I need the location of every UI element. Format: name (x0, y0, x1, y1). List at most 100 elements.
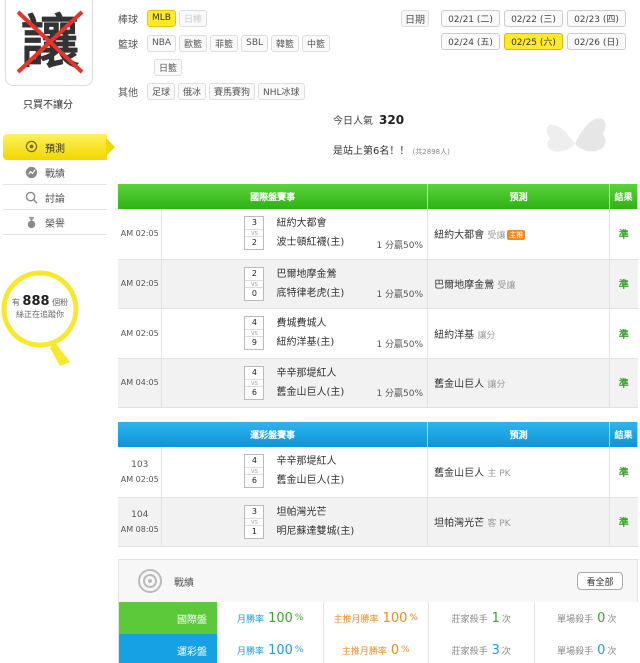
teams: 辛辛那堤紅人 舊金山巨人(主) (276, 456, 345, 486)
date-label: 日期 (401, 10, 429, 27)
single-game-killer: 單場殺手 0 次 (533, 634, 639, 663)
sidebar-item-discuss[interactable]: 討論 (3, 185, 107, 210)
rank-text: 是站上第6名！！ (共2898人) (333, 146, 450, 157)
avatar-caption: 只買不讓分 (23, 100, 73, 111)
chip-npb[interactable]: 日棒 (178, 9, 207, 27)
basketball-row-2: 日籃 (154, 58, 183, 76)
chip-cn-basketball[interactable]: 中籃 (302, 34, 331, 52)
sidebar-item-record[interactable]: 戰績 (3, 160, 107, 185)
table-row: AM 02:05 2 VS 0 巴爾地摩金鶯 底特律老虎(主) 1 分贏50% 巴爾地… (118, 259, 638, 309)
match-time: AM 02:05 (118, 308, 163, 359)
stats-title: 戰績 (174, 578, 194, 589)
table-row: 104 AM 08:05 3 VS 1 坦帕灣光芒 明尼蘇達雙城(主) 坦帕灣光芒 客 … (118, 497, 638, 547)
date-chip[interactable]: 02/23 (四) (567, 10, 626, 27)
date-chip[interactable]: 02/21 (二) (441, 10, 500, 27)
sidebar-item-label: 榮譽 (45, 218, 65, 230)
col-header-match: 運彩盤賽事 (118, 422, 429, 447)
result: 準 (609, 447, 638, 498)
stats-tag: 運彩盤 (119, 634, 217, 663)
chip-kr-basketball[interactable]: 韓籃 (271, 34, 300, 52)
col-header-pick: 預測 (427, 184, 610, 209)
result: 準 (609, 209, 638, 260)
chip-ph-basketball[interactable]: 菲籃 (210, 34, 239, 52)
single-game-killer: 單場殺手 0 次 (533, 602, 639, 634)
handicap: 1 分贏50% (376, 289, 424, 300)
table-row: AM 02:05 4 VS 9 費城費城人 紐約洋基(主) 1 分贏50% 紐約洋基 … (118, 308, 638, 359)
popularity-label: 今日人氣 (333, 116, 373, 127)
month-winrate: 月勝率 100% (217, 602, 323, 634)
sidebar-item-label: 討論 (45, 193, 65, 205)
chip-jp-basketball[interactable]: 日籃 (154, 58, 183, 76)
chip-nba[interactable]: NBA (147, 34, 177, 52)
intl-table: 國際盤賽事 預測 結果 AM 02:05 3 VS 2 紐約大都會 波士頓紅襪(主) … (118, 184, 639, 408)
stats-header: 戰績 看全部 (119, 560, 637, 602)
game-number: 103 (131, 459, 149, 470)
date-chip[interactable]: 02/26 (日) (567, 33, 626, 50)
target-icon (25, 140, 38, 153)
table-row: AM 02:05 3 VS 2 紐約大都會 波士頓紅襪(主) 1 分贏50% 紐約大都… (118, 209, 638, 260)
col-header-result: 結果 (609, 184, 639, 209)
chip-soccer[interactable]: 足球 (147, 82, 176, 100)
search-icon (25, 191, 38, 204)
prediction: 舊金山巨人 讓分 (427, 358, 610, 408)
fans-counter: 有 888 個粉 絲正在追蹤你 (11, 294, 69, 319)
see-all-button[interactable]: 看全部 (577, 572, 623, 590)
lottery-table: 運彩盤賽事 預測 結果 103 AM 02:05 4 VS 6 辛辛那堤紅人 舊金山巨人… (118, 422, 639, 547)
result: 準 (609, 308, 638, 359)
main-pick-winrate: 主推月勝率 0% (322, 634, 428, 663)
date-chip[interactable]: 02/24 (五) (441, 33, 500, 50)
scorebox: 2 VS 0 (244, 266, 265, 301)
target-icon (138, 569, 162, 593)
rank-total: (共2898人) (412, 148, 450, 156)
col-header-pick: 預測 (427, 422, 610, 447)
scorebox: 4 VS 6 (244, 365, 265, 400)
match-time: AM 04:05 (118, 358, 163, 408)
butterfly-icon (546, 118, 606, 152)
prediction: 紐約洋基 讓分 (427, 308, 610, 359)
stats-row-lottery: 運彩盤 月勝率 100% 主推月勝率 0% 莊家殺手 3 次 單場殺手 0 次 (119, 634, 639, 663)
chip-nhl[interactable]: NHL冰球 (258, 82, 305, 100)
sidebar-item-label: 預測 (45, 143, 65, 155)
side-nav: 預測 戰績 討論 榮譽 (3, 134, 115, 235)
match-time: 104 AM 08:05 (118, 497, 163, 547)
chip-racing[interactable]: 賽馬賽狗 (209, 82, 256, 100)
baseball-label: 棒球 (118, 14, 138, 26)
scorebox: 3 VS 2 (244, 216, 265, 250)
col-header-match: 國際盤賽事 (118, 184, 429, 209)
main-pick-badge: 主推 (507, 230, 526, 241)
month-winrate: 月勝率 100% (217, 634, 323, 663)
handicap: 1 分贏50% (376, 388, 424, 399)
col-header-result: 結果 (609, 422, 639, 447)
date-chip[interactable]: 02/22 (三) (504, 10, 563, 27)
handicap: 1 分贏50% (376, 240, 424, 251)
medal-icon (27, 216, 36, 229)
stats-row-intl: 國際盤 月勝率 100% 主推月勝率 100% 莊家殺手 1 次 單場殺手 0 次 (119, 602, 639, 634)
baseball-row: 棒球 MLB 日棒 (118, 9, 207, 27)
stats-tag: 國際盤 (119, 602, 217, 634)
basketball-label: 籃球 (118, 39, 138, 51)
sidebar-item-label: 戰績 (45, 168, 65, 180)
scorebox: 4 VS 9 (244, 315, 265, 350)
filter-bar: 棒球 MLB 日棒 籃球 NBA 歐籃 菲籃 SBL 韓籃 中籃 日籃 其他 足… (108, 0, 640, 112)
prediction: 巴爾地摩金鶯 受讓 (427, 259, 610, 309)
avatar[interactable]: 讓 (5, 0, 93, 86)
chip-khl[interactable]: 俄冰 (178, 82, 207, 100)
sidebar-item-honor[interactable]: 榮譽 (3, 210, 107, 235)
cross-mark-icon (16, 10, 84, 74)
stats-panel: 戰績 看全部 國際盤 月勝率 100% 主推月勝率 100% 莊家殺手 1 次 單場殺手… (118, 559, 639, 663)
chip-mlb[interactable]: MLB (147, 9, 176, 27)
sidebar-item-predict[interactable]: 預測 (3, 134, 115, 160)
chart-icon (25, 166, 38, 179)
chip-euro-basketball[interactable]: 歐籃 (179, 34, 208, 52)
teams: 坦帕灣光芒 明尼蘇達雙城(主) (276, 506, 355, 537)
dealer-killer: 莊家殺手 1 次 (428, 602, 534, 634)
fans-count: 888 (22, 294, 50, 309)
date-chip-selected[interactable]: 02/25 (六) (504, 33, 563, 50)
table-row: AM 04:05 4 VS 6 辛辛那堤紅人 舊金山巨人(主) 1 分贏50% 舊金山… (118, 358, 638, 408)
sidebar: 讓 只買不讓分 預測 戰績 討論 榮譽 有 888 個粉 絲正在追蹤你 (0, 0, 115, 663)
other-label: 其他 (118, 87, 138, 99)
chip-sbl[interactable]: SBL (241, 34, 269, 52)
other-row: 其他 足球 俄冰 賽馬賽狗 NHL冰球 (118, 82, 305, 100)
result: 準 (609, 259, 638, 309)
result: 準 (609, 497, 638, 547)
